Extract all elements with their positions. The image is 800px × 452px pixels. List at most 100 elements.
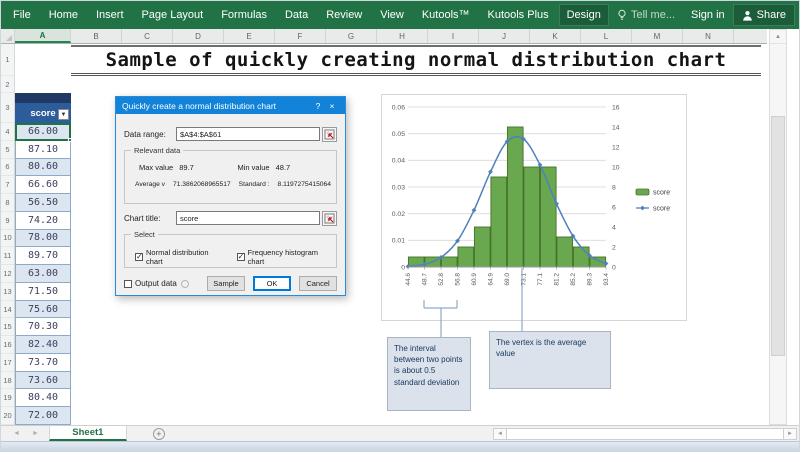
cell-a6[interactable]: 80.60 [15, 158, 71, 177]
sheet-nav-left-icon[interactable]: ◄ [13, 430, 20, 437]
cell-a18[interactable]: 73.60 [15, 371, 71, 390]
sign-in-button[interactable]: Sign in [683, 4, 733, 26]
row-header-5[interactable]: 5 [1, 141, 14, 159]
row-header-3[interactable]: 3 [1, 93, 14, 123]
row-header-17[interactable]: 17 [1, 354, 14, 372]
score-table-header[interactable]: score ▼ [15, 93, 71, 123]
dialog-help-button[interactable]: ? [311, 101, 325, 111]
row-header-18[interactable]: 18 [1, 372, 14, 390]
vertical-scrollbar[interactable]: ▲ [769, 29, 787, 425]
cell-a11[interactable]: 89.70 [15, 247, 71, 266]
column-header-d[interactable]: D [173, 29, 224, 43]
sheet-title-cell[interactable]: Sample of quickly creating normal distri… [71, 45, 761, 76]
cell-a5[interactable]: 87.10 [15, 140, 71, 159]
filter-dropdown-icon[interactable]: ▼ [58, 109, 69, 120]
select-all-corner[interactable] [1, 29, 15, 43]
row-header-4[interactable]: 4 [1, 123, 14, 141]
lightbulb-icon [618, 9, 626, 20]
callout-interval[interactable]: The interval between two points is about… [387, 337, 471, 411]
range-picker-icon[interactable] [322, 210, 337, 226]
column-header-c[interactable]: C [122, 29, 173, 43]
frequency-histogram-checkbox[interactable]: Frequency histogram chart [236, 248, 336, 266]
column-header-b[interactable]: B [71, 29, 122, 43]
row-header-9[interactable]: 9 [1, 212, 14, 230]
scroll-up-icon[interactable]: ▲ [770, 30, 786, 44]
tell-me-tab[interactable]: Tell me... [609, 4, 683, 26]
row-header-14[interactable]: 14 [1, 301, 14, 319]
fill-handle[interactable] [68, 137, 72, 142]
ribbon-tab-insert[interactable]: Insert [88, 4, 132, 26]
row-header-11[interactable]: 11 [1, 247, 14, 266]
ribbon-tab-data[interactable]: Data [277, 4, 316, 26]
row-header-16[interactable]: 16 [1, 336, 14, 354]
row-header-1[interactable]: 1 [1, 44, 14, 76]
column-header-e[interactable]: E [224, 29, 275, 43]
new-sheet-button[interactable]: + [152, 427, 165, 440]
column-header-l[interactable]: L [581, 29, 632, 43]
ribbon-tab-formulas[interactable]: Formulas [213, 4, 275, 26]
sheet-nav-arrows[interactable]: ◄ ► [1, 426, 49, 441]
sample-button[interactable]: Sample [207, 276, 245, 291]
horizontal-scroll-track[interactable] [507, 427, 783, 440]
cell-a15[interactable]: 70.30 [15, 318, 71, 337]
chart-title-input[interactable] [176, 211, 320, 225]
row-header-8[interactable]: 8 [1, 194, 14, 212]
horizontal-scrollbar[interactable]: ◄ ► [493, 426, 797, 441]
column-header-g[interactable]: G [326, 29, 377, 43]
cell-a12[interactable]: 63.00 [15, 265, 71, 283]
ribbon-tab-file[interactable]: File [5, 4, 39, 26]
column-header-m[interactable]: M [632, 29, 683, 43]
row-header-20[interactable]: 20 [1, 407, 14, 425]
ok-button[interactable]: OK [253, 276, 291, 291]
range-picker-icon[interactable] [322, 126, 337, 142]
sheet-nav-right-icon[interactable]: ► [32, 430, 39, 437]
scroll-left-icon[interactable]: ◄ [493, 427, 507, 440]
cell-a4[interactable]: 66.00 [15, 123, 72, 142]
cell-a19[interactable]: 80.40 [15, 389, 71, 408]
column-header-j[interactable]: J [479, 29, 530, 43]
row-header-19[interactable]: 19 [1, 389, 14, 408]
cell-a8[interactable]: 56.50 [15, 194, 71, 212]
row-header-12[interactable]: 12 [1, 265, 14, 283]
cell-a20[interactable]: 72.00 [15, 407, 71, 426]
dialog-close-button[interactable]: × [325, 101, 339, 111]
cell-a17[interactable]: 73.70 [15, 353, 71, 372]
row-header-15[interactable]: 15 [1, 318, 14, 337]
cell-a13[interactable]: 71.50 [15, 282, 71, 301]
sheet-tab-sheet1[interactable]: Sheet1 [48, 426, 127, 441]
row-header-7[interactable]: 7 [1, 176, 14, 195]
column-header-n[interactable]: N [683, 29, 734, 43]
cell-a14[interactable]: 75.60 [15, 300, 71, 319]
chart-frame[interactable]: 0 0.01 0.02 0.03 0.04 0.05 0.06 0 2 4 6 8 10 12 14 16 44… [381, 94, 687, 321]
cell-a16[interactable]: 82.40 [15, 336, 71, 354]
column-header-i[interactable]: I [428, 29, 479, 43]
row-header-2[interactable]: 2 [1, 76, 14, 93]
ribbon-tab-page-layout[interactable]: Page Layout [133, 4, 211, 26]
column-header-k[interactable]: K [530, 29, 581, 43]
ribbon-tab-view[interactable]: View [372, 4, 412, 26]
callout-vertex[interactable]: The vertex is the average value [489, 331, 611, 389]
ribbon-tab-kutools-plus[interactable]: Kutools Plus [479, 4, 556, 26]
svg-text:60.9: 60.9 [471, 273, 478, 286]
ribbon-tab-review[interactable]: Review [318, 4, 370, 26]
cell-a7[interactable]: 66.60 [15, 176, 71, 195]
share-button[interactable]: Share [732, 4, 795, 26]
normal-distribution-checkbox[interactable]: Normal distribution chart [135, 248, 227, 266]
row-header-10[interactable]: 10 [1, 230, 14, 248]
column-header-h[interactable]: H [377, 29, 428, 43]
vertical-scroll-thumb[interactable] [771, 116, 785, 356]
ribbon-tab-home[interactable]: Home [41, 4, 86, 26]
ribbon-tab-kutools-[interactable]: Kutools™ [414, 4, 478, 26]
data-range-input[interactable] [176, 127, 320, 141]
column-header-a[interactable]: A [15, 29, 71, 43]
cancel-button[interactable]: Cancel [299, 276, 337, 291]
output-data-checkbox[interactable]: Output data [124, 279, 177, 288]
cell-a10[interactable]: 78.00 [15, 229, 71, 248]
scroll-right-icon[interactable]: ► [783, 427, 797, 440]
dialog-titlebar[interactable]: Quickly create a normal distribution cha… [116, 97, 345, 114]
row-header-6[interactable]: 6 [1, 159, 14, 177]
ribbon-tab-design[interactable]: Design [558, 4, 609, 26]
column-header-f[interactable]: F [275, 29, 326, 43]
cell-a9[interactable]: 74.20 [15, 211, 71, 230]
row-header-13[interactable]: 13 [1, 283, 14, 301]
